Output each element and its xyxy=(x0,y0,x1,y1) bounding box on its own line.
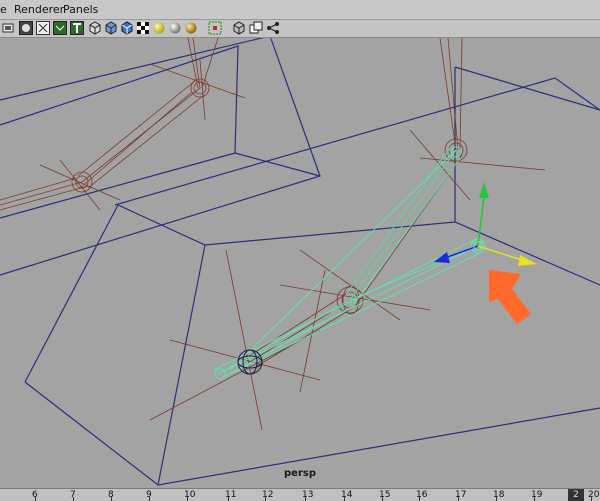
menu-panels[interactable]: Panels xyxy=(63,0,98,19)
menu-renderer[interactable]: Renderer xyxy=(14,0,64,19)
wire-box-icon[interactable] xyxy=(36,21,50,35)
maya-app-window: e Renderer Panels persp 6 7 8 9 10 11 12… xyxy=(0,0,600,501)
layers-icon[interactable] xyxy=(249,21,263,35)
wireframe-cube-icon[interactable] xyxy=(88,21,102,35)
light-sphere-icon[interactable] xyxy=(152,21,166,35)
wire-box-upper[interactable] xyxy=(0,38,321,276)
textured-cube-icon[interactable] xyxy=(120,21,134,35)
camera-label: persp xyxy=(284,468,316,479)
perspective-viewport[interactable]: persp xyxy=(0,38,600,488)
isolate-icon[interactable] xyxy=(208,21,222,35)
gray-sphere-icon[interactable] xyxy=(168,21,182,35)
scene-graphics xyxy=(0,38,600,486)
panel-toolbar xyxy=(0,20,600,38)
circle-icon[interactable] xyxy=(19,21,33,35)
grid-box-icon[interactable] xyxy=(53,21,67,35)
xray-cube-icon[interactable] xyxy=(232,21,246,35)
camera-icon[interactable] xyxy=(2,21,16,35)
skeleton-chain-lower[interactable] xyxy=(149,38,546,431)
time-slider[interactable]: 6 7 8 9 10 11 12 13 14 15 16 17 18 19 2 … xyxy=(0,488,600,501)
move-manipulator[interactable] xyxy=(434,182,537,266)
panel-menu-bar: e Renderer Panels xyxy=(0,0,600,20)
shaded-cube-icon[interactable] xyxy=(104,21,118,35)
menu-lighting[interactable]: e xyxy=(0,0,7,19)
current-frame-marker[interactable]: 2 xyxy=(568,489,584,501)
gold-sphere-icon[interactable] xyxy=(184,21,198,35)
orange-arrow-icon xyxy=(489,270,531,324)
checker-icon[interactable] xyxy=(136,21,150,35)
share-icon[interactable] xyxy=(266,21,280,35)
text-t-icon[interactable] xyxy=(70,21,84,35)
